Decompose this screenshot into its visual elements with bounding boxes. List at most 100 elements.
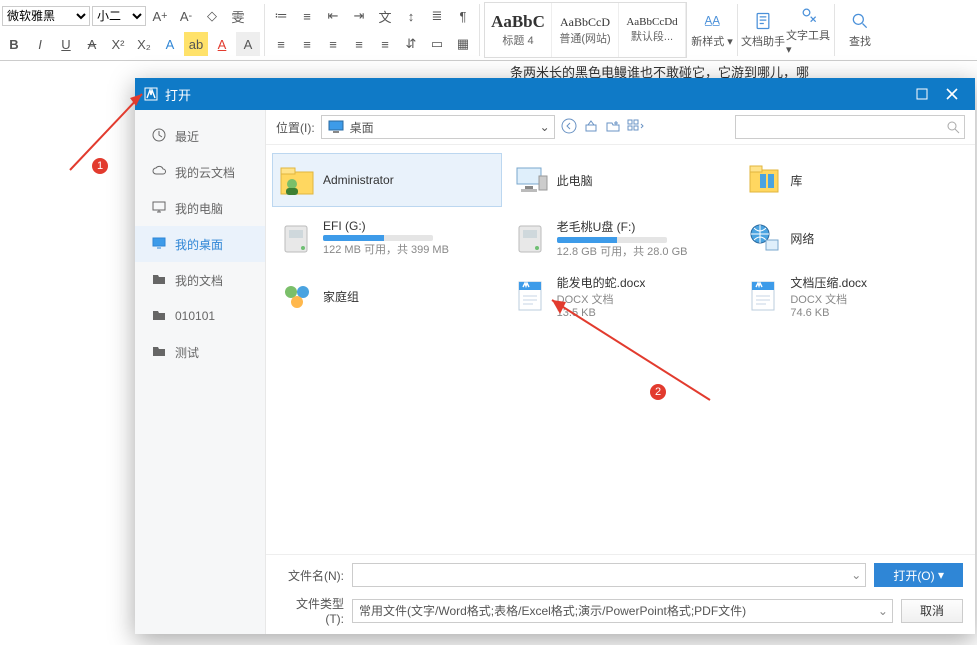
- new-style-button[interactable]: A̲A̲新样式 ▾: [689, 0, 735, 60]
- cancel-button[interactable]: 取消: [901, 599, 963, 623]
- distribute-button[interactable]: ≡: [373, 32, 397, 56]
- drive-icon: [279, 220, 315, 256]
- sidebar-item-f010101[interactable]: 010101: [135, 298, 265, 334]
- maximize-button[interactable]: [907, 78, 937, 110]
- cloud-icon: [151, 163, 167, 182]
- location-bar: 位置(I): 桌面 ⌄: [266, 110, 975, 145]
- phonetic-icon[interactable]: 雯: [226, 4, 250, 28]
- file-item[interactable]: 家庭组: [272, 269, 502, 323]
- shading-button[interactable]: ▭: [425, 32, 449, 56]
- folder-user-icon: [279, 162, 315, 198]
- sidebar-item-cloud[interactable]: 我的云文档: [135, 154, 265, 190]
- sidebar-item-test[interactable]: 测试: [135, 334, 265, 370]
- file-item[interactable]: 网络: [739, 211, 969, 265]
- text-effects-button[interactable]: A: [158, 32, 182, 56]
- location-label: 位置(I):: [276, 119, 315, 136]
- homegroup-icon: [279, 278, 315, 314]
- up-icon[interactable]: [583, 118, 599, 137]
- char-shading-button[interactable]: A: [236, 32, 260, 56]
- align-center-button[interactable]: ≡: [295, 32, 319, 56]
- desktop-icon: [151, 235, 167, 254]
- grow-font-icon[interactable]: A+: [148, 4, 172, 28]
- file-list: Administrator此电脑库 EFI (G:)122 MB 可用，共 399…: [266, 145, 975, 554]
- borders-button[interactable]: ▦: [451, 32, 475, 56]
- increase-indent-button[interactable]: ⇥: [347, 4, 371, 28]
- drive-icon: [513, 220, 549, 256]
- styles-gallery[interactable]: AaBbC标题 4 AaBbCcD普通(网站) AaBbCcDd默认段...: [484, 2, 687, 58]
- docx-icon: [746, 278, 782, 314]
- pc-icon: [151, 199, 167, 218]
- align-justify-button[interactable]: ≡: [347, 32, 371, 56]
- para-spacing-button[interactable]: ⇵: [399, 32, 423, 56]
- svg-text:A̲A̲: A̲A̲: [704, 14, 720, 27]
- close-button[interactable]: [937, 78, 967, 110]
- open-button[interactable]: 打开(O) ▾: [874, 563, 963, 587]
- pc-icon: [513, 162, 549, 198]
- app-logo-icon: [143, 86, 159, 102]
- filetype-combo[interactable]: 常用文件(文字/Word格式;表格/Excel格式;演示/PowerPoint格…: [352, 599, 893, 623]
- dialog-title: 打开: [165, 85, 191, 104]
- docs-icon: [151, 271, 167, 290]
- bullets-button[interactable]: ≔: [269, 4, 293, 28]
- lib-icon: [746, 162, 782, 198]
- doc-helper-button[interactable]: 文档助手: [740, 0, 786, 60]
- test-icon: [151, 343, 167, 362]
- dialog-sidebar: 最近我的云文档我的电脑我的桌面我的文档010101测试: [135, 110, 266, 634]
- style-item-1[interactable]: AaBbC标题 4: [485, 3, 552, 57]
- filename-combo[interactable]: ⌄: [352, 563, 866, 587]
- chevron-down-icon: ⌄: [540, 120, 550, 134]
- style-item-2[interactable]: AaBbCcD普通(网站): [552, 3, 619, 57]
- sidebar-item-pc[interactable]: 我的电脑: [135, 190, 265, 226]
- sidebar-item-recent[interactable]: 最近: [135, 118, 265, 154]
- align-right-button[interactable]: ≡: [321, 32, 345, 56]
- numbering-button[interactable]: ≡: [295, 4, 319, 28]
- new-folder-icon[interactable]: [605, 118, 621, 137]
- file-item[interactable]: 能发电的蛇.docxDOCX 文档13.5 KB: [506, 269, 736, 323]
- file-item[interactable]: 老毛桃U盘 (F:)12.8 GB 可用，共 28.0 GB: [506, 211, 736, 265]
- clear-format-icon[interactable]: ◇: [200, 4, 224, 28]
- subscript-button[interactable]: X₂: [132, 32, 156, 56]
- filetype-label: 文件类型(T):: [278, 595, 344, 626]
- bold-button[interactable]: B: [2, 32, 26, 56]
- text-tools-button[interactable]: 文字工具 ▾: [786, 0, 832, 60]
- style-item-3[interactable]: AaBbCcDd默认段...: [619, 3, 686, 57]
- file-item[interactable]: Administrator: [272, 153, 502, 207]
- font-size-select[interactable]: 小二: [92, 6, 146, 26]
- find-button[interactable]: 查找: [837, 0, 883, 60]
- location-select[interactable]: 桌面 ⌄: [321, 115, 555, 139]
- decrease-indent-button[interactable]: ⇤: [321, 4, 345, 28]
- font-name-select[interactable]: 微软雅黑: [2, 6, 90, 26]
- search-box[interactable]: [735, 115, 965, 139]
- file-item[interactable]: 文档压缩.docxDOCX 文档74.6 KB: [739, 269, 969, 323]
- dialog-footer: 文件名(N): ⌄ 打开(O) ▾ 文件类型(T): 常用文件(文字/Word格…: [266, 554, 975, 634]
- italic-button[interactable]: I: [28, 32, 52, 56]
- line-spacing-button[interactable]: ≣: [425, 4, 449, 28]
- font-color-button[interactable]: A: [210, 32, 234, 56]
- align-left-button[interactable]: ≡: [269, 32, 293, 56]
- docx-icon: [513, 278, 549, 314]
- show-marks-button[interactable]: ¶: [451, 4, 475, 28]
- file-item[interactable]: EFI (G:)122 MB 可用，共 399 MB: [272, 211, 502, 265]
- sidebar-item-desktop[interactable]: 我的桌面: [135, 226, 265, 262]
- underline-button[interactable]: U: [54, 32, 78, 56]
- sort-button[interactable]: ↕: [399, 4, 423, 28]
- sidebar-item-docs[interactable]: 我的文档: [135, 262, 265, 298]
- monitor-icon: [328, 120, 344, 134]
- superscript-button[interactable]: X²: [106, 32, 130, 56]
- highlight-button[interactable]: ab: [184, 32, 208, 56]
- open-dialog: 打开 最近我的云文档我的电脑我的桌面我的文档010101测试 位置(I): 桌面…: [135, 78, 975, 634]
- f010101-icon: [151, 307, 167, 326]
- back-icon[interactable]: [561, 118, 577, 137]
- dialog-titlebar: 打开: [135, 78, 975, 110]
- ribbon: 微软雅黑 小二 A+ A- ◇ 雯 B I U A X² X₂ A ab A A: [0, 0, 977, 61]
- search-icon: [946, 120, 960, 134]
- chevron-down-icon: ⌄: [851, 568, 861, 582]
- recent-icon: [151, 127, 167, 146]
- file-item[interactable]: 此电脑: [506, 153, 736, 207]
- search-input[interactable]: [740, 119, 946, 135]
- file-item[interactable]: 库: [739, 153, 969, 207]
- text-direction-button[interactable]: 文: [373, 4, 397, 28]
- strike-button[interactable]: A: [80, 32, 104, 56]
- shrink-font-icon[interactable]: A-: [174, 4, 198, 28]
- view-mode-icon[interactable]: [627, 118, 645, 137]
